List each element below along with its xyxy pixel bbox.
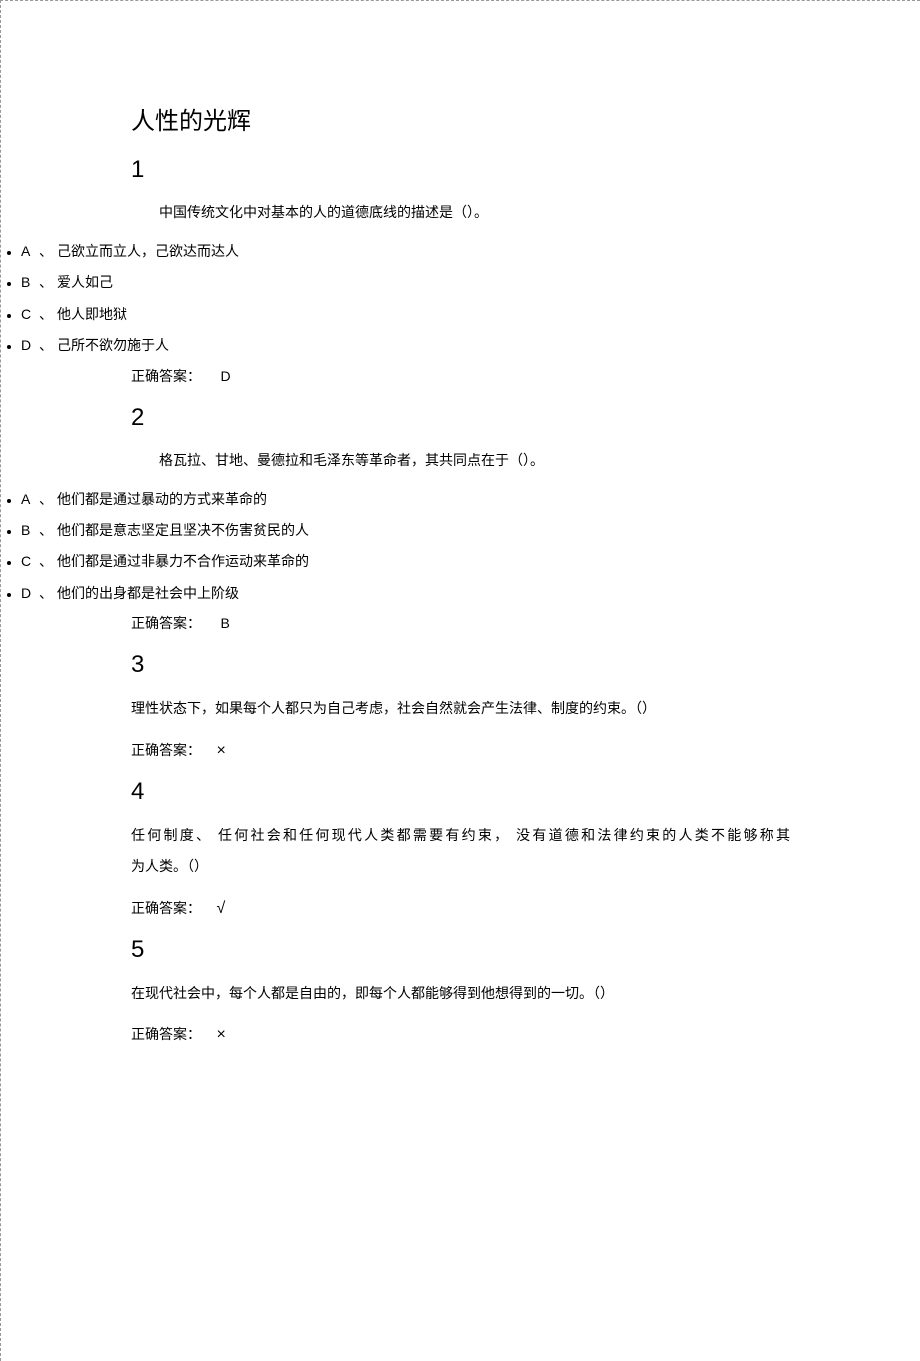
- option-text: 他们都是通过暴动的方式来革命的: [57, 493, 267, 508]
- list-item: A、己欲立而立人，己欲达而达人: [21, 240, 790, 264]
- option-text: 他人即地狱: [57, 308, 127, 323]
- option-label: C: [21, 550, 39, 572]
- answer-value: D: [221, 368, 231, 384]
- question-number: 3: [131, 651, 790, 679]
- answer-label: 正确答案：: [131, 617, 201, 632]
- page-title: 人性的光辉: [131, 101, 790, 136]
- wrong-mark-icon: ×: [217, 742, 226, 759]
- option-text: 己欲立而立人，己欲达而达人: [57, 245, 239, 260]
- option-separator: 、: [39, 524, 53, 539]
- option-label: A: [21, 240, 39, 262]
- list-item: D、己所不欲勿施于人: [21, 334, 790, 358]
- list-item: C、他人即地狱: [21, 303, 790, 327]
- question-stem: 格瓦拉、甘地、曼德拉和毛泽东等革命者，其共同点在于（）。: [131, 448, 790, 476]
- right-mark-icon: √: [217, 900, 226, 917]
- option-text: 己所不欲勿施于人: [57, 339, 169, 354]
- stem-part: 没有道德和法律约束的人类不能够称其: [516, 829, 790, 844]
- question-stem: 理性状态下，如果每个人都只为自己考虑，社会自然就会产生法律、制度的约束。（）: [131, 695, 790, 726]
- answer-line: 正确答案： B: [131, 613, 790, 633]
- option-separator: 、: [39, 587, 53, 602]
- option-label: B: [21, 271, 39, 293]
- answer-label: 正确答案：: [131, 902, 201, 917]
- stem-part: 为人类。（）: [131, 853, 790, 884]
- option-text: 他们都是意志坚定且坚决不伤害贫民的人: [57, 524, 309, 539]
- option-separator: 、: [39, 555, 53, 570]
- option-separator: 、: [39, 245, 53, 260]
- question-stem: 任何制度、 任何社会和任何现代人类都需要有约束， 没有道德和法律约束的人类不能够…: [131, 822, 790, 884]
- option-label: A: [21, 488, 39, 510]
- option-separator: 、: [39, 493, 53, 508]
- option-text: 爱人如己: [57, 276, 113, 291]
- question-stem: 在现代社会中，每个人都是自由的，即每个人都能够得到他想得到的一切。（）: [131, 980, 790, 1011]
- question-number: 4: [131, 778, 790, 806]
- option-separator: 、: [39, 276, 53, 291]
- answer-line: 正确答案： D: [131, 366, 790, 386]
- list-item: D、他们的出身都是社会中上阶级: [21, 582, 790, 606]
- option-label: B: [21, 519, 39, 541]
- answer-line: 正确答案： √: [131, 898, 790, 918]
- question-stem: 中国传统文化中对基本的人的道德底线的描述是（）。: [131, 200, 790, 228]
- option-label: D: [21, 334, 39, 356]
- answer-line: 正确答案： ×: [131, 1024, 790, 1044]
- answer-label: 正确答案：: [131, 744, 201, 759]
- question-number: 1: [131, 156, 790, 184]
- wrong-mark-icon: ×: [217, 1026, 226, 1043]
- option-label: D: [21, 582, 39, 604]
- answer-line: 正确答案： ×: [131, 740, 790, 760]
- option-list: A、己欲立而立人，己欲达而达人 B、爱人如己 C、他人即地狱 D、己所不欲勿施于…: [21, 240, 790, 359]
- list-item: B、爱人如己: [21, 271, 790, 295]
- option-separator: 、: [39, 339, 53, 354]
- option-separator: 、: [39, 308, 53, 323]
- list-item: A、他们都是通过暴动的方式来革命的: [21, 488, 790, 512]
- option-list: A、他们都是通过暴动的方式来革命的 B、他们都是意志坚定且坚决不伤害贫民的人 C…: [21, 488, 790, 607]
- question-number: 2: [131, 404, 790, 432]
- question-number: 5: [131, 936, 790, 964]
- answer-label: 正确答案：: [131, 1028, 201, 1043]
- document-page: 人性的光辉 1 中国传统文化中对基本的人的道德底线的描述是（）。 A、己欲立而立…: [0, 0, 920, 1361]
- option-text: 他们的出身都是社会中上阶级: [57, 587, 239, 602]
- list-item: C、他们都是通过非暴力不合作运动来革命的: [21, 550, 790, 574]
- option-label: C: [21, 303, 39, 325]
- list-item: B、他们都是意志坚定且坚决不伤害贫民的人: [21, 519, 790, 543]
- answer-label: 正确答案：: [131, 370, 201, 385]
- answer-value: B: [221, 615, 230, 631]
- option-text: 他们都是通过非暴力不合作运动来革命的: [57, 555, 309, 570]
- stem-part: 任何制度、 任何社会和任何现代人类都需要有约束，: [131, 829, 510, 844]
